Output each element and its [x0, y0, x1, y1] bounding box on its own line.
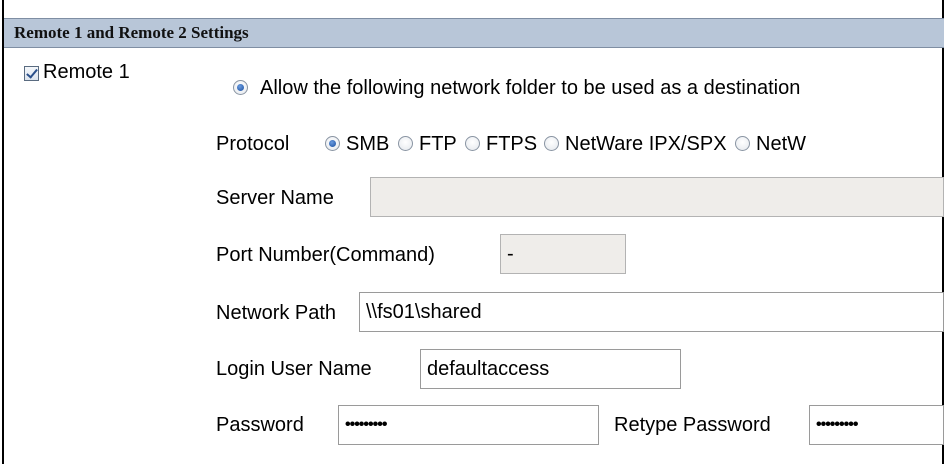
protocol-ftps-radio[interactable]: [465, 136, 480, 151]
protocol-smb-radio[interactable]: [325, 136, 340, 151]
login-user-label: Login User Name: [216, 358, 372, 380]
protocol-ftp-label: FTP: [419, 133, 457, 155]
password-label: Password: [216, 414, 304, 436]
protocol-netware-ipx-radio[interactable]: [544, 136, 559, 151]
retype-password-field[interactable]: •••••••••: [809, 405, 944, 445]
allow-destination-label: Allow the following network folder to be…: [260, 77, 801, 99]
remote1-label: Remote 1: [43, 61, 130, 83]
port-number-label: Port Number(Command): [216, 244, 435, 266]
password-field[interactable]: •••••••••: [338, 405, 599, 445]
remote1-checkbox[interactable]: [24, 66, 39, 81]
protocol-netware-label: NetW: [756, 133, 806, 155]
section-title: Remote 1 and Remote 2 Settings: [14, 23, 249, 42]
allow-destination-radio[interactable]: [233, 80, 248, 95]
protocol-label: Protocol: [216, 133, 290, 155]
server-name-label: Server Name: [216, 187, 334, 209]
protocol-netware-ipx-label: NetWare IPX/SPX: [565, 133, 727, 155]
protocol-ftps-label: FTPS: [486, 133, 538, 155]
protocol-ftp-radio[interactable]: [398, 136, 413, 151]
server-name-field[interactable]: [370, 177, 944, 217]
protocol-netware-radio[interactable]: [735, 136, 750, 151]
protocol-smb-label: SMB: [346, 133, 390, 155]
network-path-label: Network Path: [216, 302, 337, 324]
section-header: Remote 1 and Remote 2 Settings: [4, 18, 944, 48]
remote-settings-panel: Remote 1 and Remote 2 Settings Remote 1 …: [2, 0, 944, 464]
network-path-field[interactable]: \\fs01\shared: [359, 292, 944, 332]
port-number-field[interactable]: -: [500, 234, 626, 274]
retype-password-label: Retype Password: [614, 414, 771, 436]
login-user-field[interactable]: defaultaccess: [420, 349, 681, 389]
